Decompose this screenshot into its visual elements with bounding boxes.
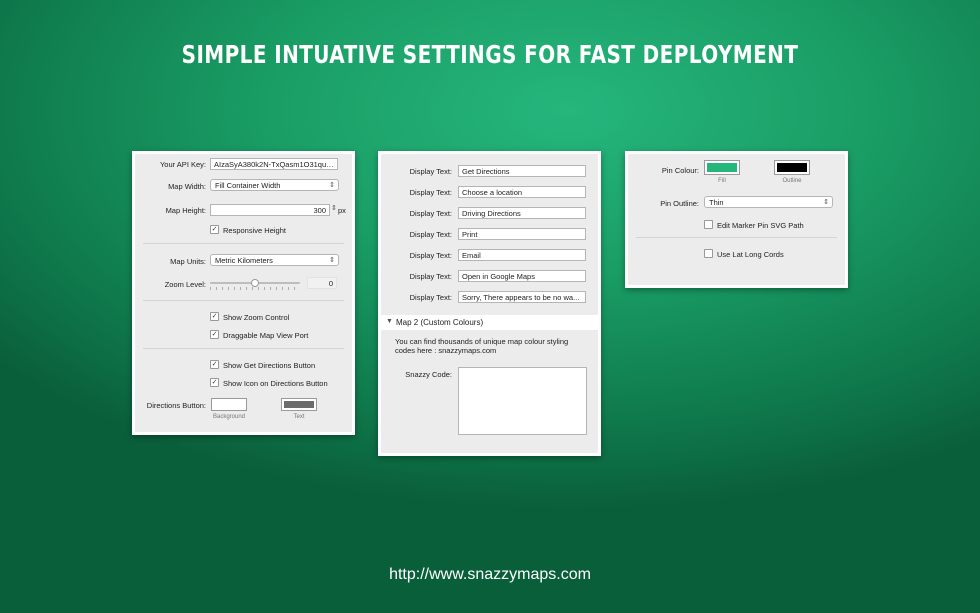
pin-fill-color bbox=[707, 163, 737, 172]
section-header-map2[interactable]: ▼ Map 2 (Custom Colours) bbox=[381, 315, 598, 330]
text-settings-panel: Display Text: Get Directions Display Text:… bbox=[378, 151, 601, 456]
chevron-updown-icon: ⇕ bbox=[329, 182, 335, 189]
api-key-input[interactable]: AIzaSyA380k2N-TxQasm1O31quP... bbox=[210, 158, 338, 170]
display-text-label: Display Text: bbox=[409, 167, 452, 176]
general-settings-panel: Your API Key: AIzaSyA380k2N-TxQasm1O31qu… bbox=[132, 151, 355, 435]
map-units-select[interactable]: Metric Kilometers ⇕ bbox=[210, 254, 339, 266]
fill-caption: Fill bbox=[718, 178, 726, 184]
pin-outline-select[interactable]: Thin ⇕ bbox=[704, 196, 833, 208]
section-title: Map 2 (Custom Colours) bbox=[396, 318, 484, 327]
display-text-label: Display Text: bbox=[409, 230, 452, 239]
map-height-unit: px bbox=[338, 206, 346, 215]
show-directions-label: Show Get Directions Button bbox=[223, 361, 316, 370]
pin-outline-color bbox=[777, 163, 807, 172]
pin-outline-label: Pin Outline: bbox=[660, 199, 699, 208]
responsive-height-checkbox[interactable]: ✓ bbox=[210, 225, 219, 234]
show-directions-checkbox[interactable]: ✓ bbox=[210, 360, 219, 369]
map-width-select[interactable]: Fill Container Width ⇕ bbox=[210, 179, 339, 191]
draggable-label: Draggable Map View Port bbox=[223, 331, 309, 340]
show-zoom-checkbox[interactable]: ✓ bbox=[210, 312, 219, 321]
pin-colour-label: Pin Colour: bbox=[661, 166, 699, 175]
lat-long-checkbox[interactable] bbox=[704, 249, 713, 258]
divider bbox=[143, 348, 344, 349]
display-text-input[interactable]: Driving Directions bbox=[458, 207, 586, 219]
zoom-slider[interactable] bbox=[210, 276, 300, 290]
divider bbox=[636, 237, 837, 238]
chevron-updown-icon: ⇕ bbox=[823, 199, 829, 206]
pin-outline-value: Thin bbox=[709, 198, 724, 207]
lat-long-label: Use Lat Long Cords bbox=[717, 250, 784, 259]
map-height-label: Map Height: bbox=[165, 206, 206, 215]
outline-caption: Outline bbox=[782, 178, 802, 184]
edit-svg-label: Edit Marker Pin SVG Path bbox=[717, 221, 804, 230]
display-text-input[interactable]: Print bbox=[458, 228, 586, 240]
zoom-level-value[interactable]: 0 bbox=[307, 277, 337, 289]
api-key-label: Your API Key: bbox=[159, 160, 206, 169]
map-width-value: Fill Container Width bbox=[215, 181, 281, 190]
zoom-level-label: Zoom Level: bbox=[164, 280, 206, 289]
headline: SIMPLE INTUATIVE SETTINGS FOR FAST DEPLO… bbox=[181, 40, 799, 69]
footer-url[interactable]: http://www.snazzymaps.com bbox=[0, 566, 980, 584]
show-icon-checkbox[interactable]: ✓ bbox=[210, 378, 219, 387]
background-color-swatch[interactable] bbox=[211, 398, 247, 411]
display-text-label: Display Text: bbox=[409, 209, 452, 218]
display-text-label: Display Text: bbox=[409, 188, 452, 197]
show-icon-label: Show Icon on Directions Button bbox=[223, 379, 328, 388]
text-caption: Text bbox=[293, 414, 305, 420]
map-units-label: Map Units: bbox=[170, 257, 206, 266]
disclosure-triangle-icon: ▼ bbox=[386, 318, 393, 325]
display-text-input[interactable]: Sorry, There appears to be no wa... bbox=[458, 291, 586, 303]
snazzy-code-textarea[interactable] bbox=[458, 367, 587, 435]
slider-ticks bbox=[210, 287, 300, 290]
display-text-label: Display Text: bbox=[409, 272, 452, 281]
pin-fill-swatch[interactable] bbox=[704, 160, 740, 175]
display-text-input[interactable]: Email bbox=[458, 249, 586, 261]
draggable-checkbox[interactable]: ✓ bbox=[210, 330, 219, 339]
map-height-input[interactable]: 300 bbox=[210, 204, 330, 216]
pin-settings-panel: Pin Colour: Fill Outline Pin Outline: Th… bbox=[625, 151, 848, 288]
edit-svg-checkbox[interactable] bbox=[704, 220, 713, 229]
stepper-icon[interactable]: ⇕ bbox=[331, 204, 337, 212]
text-color-fill bbox=[284, 401, 314, 408]
snazzy-code-label: Snazzy Code: bbox=[405, 370, 452, 379]
slider-thumb[interactable] bbox=[251, 279, 259, 287]
info-line-2: codes here : snazzymaps.com bbox=[395, 346, 497, 355]
map-units-value: Metric Kilometers bbox=[215, 256, 273, 265]
background-color-fill bbox=[214, 401, 244, 408]
display-text-input[interactable]: Open in Google Maps bbox=[458, 270, 586, 282]
pin-outline-swatch[interactable] bbox=[774, 160, 810, 175]
show-zoom-label: Show Zoom Control bbox=[223, 313, 290, 322]
display-text-label: Display Text: bbox=[409, 251, 452, 260]
info-line-1: You can find thousands of unique map col… bbox=[395, 337, 569, 346]
display-text-label: Display Text: bbox=[409, 293, 452, 302]
divider bbox=[143, 243, 344, 244]
responsive-height-label: Responsive Height bbox=[223, 226, 286, 235]
map-width-label: Map Width: bbox=[168, 182, 206, 191]
text-color-swatch[interactable] bbox=[281, 398, 317, 411]
chevron-updown-icon: ⇕ bbox=[329, 257, 335, 264]
divider bbox=[143, 300, 344, 301]
display-text-input[interactable]: Choose a location bbox=[458, 186, 586, 198]
background-caption: Background bbox=[212, 414, 246, 420]
display-text-input[interactable]: Get Directions bbox=[458, 165, 586, 177]
directions-button-label: Directions Button: bbox=[146, 401, 206, 410]
